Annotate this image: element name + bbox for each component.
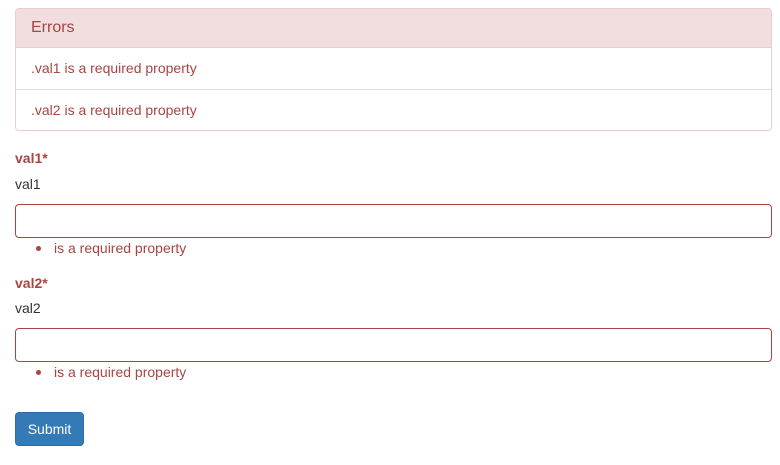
errors-panel: Errors .val1 is a required property .val…	[15, 8, 772, 131]
val1-input[interactable]	[15, 204, 772, 238]
errors-panel-title: Errors	[16, 9, 771, 48]
error-list-item: .val1 is a required property	[31, 60, 197, 76]
bullet-icon	[36, 369, 41, 375]
val2-description: val2	[15, 300, 41, 316]
val2-error: is a required property	[36, 364, 186, 380]
val2-input[interactable]	[15, 328, 772, 362]
submit-button[interactable]: Submit	[15, 412, 84, 446]
error-list-item: .val2 is a required property	[16, 89, 771, 130]
val2-label: val2*	[15, 275, 48, 291]
val1-description: val1	[15, 176, 41, 192]
val1-label: val1*	[15, 150, 48, 166]
val2-error-text: is a required property	[54, 364, 187, 380]
val1-error-text: is a required property	[54, 240, 187, 256]
val1-error: is a required property	[36, 240, 186, 256]
bullet-icon	[36, 245, 41, 251]
